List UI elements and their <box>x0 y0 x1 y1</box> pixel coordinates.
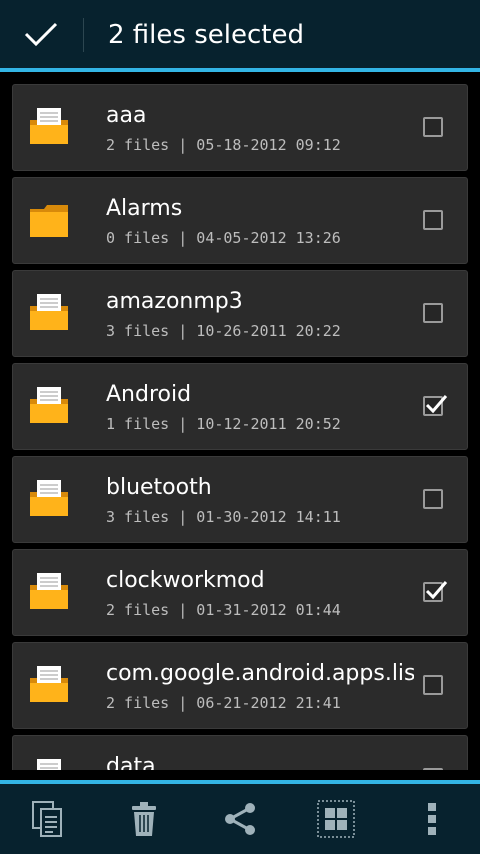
overflow-menu-button[interactable] <box>384 784 480 854</box>
trash-icon <box>132 802 156 836</box>
file-details: 2 files | 01-31-2012 01:44 <box>106 601 341 619</box>
action-bar-divider <box>83 18 84 52</box>
folder-with-files-icon <box>37 759 61 770</box>
share-icon <box>225 803 255 835</box>
select-all-button[interactable] <box>288 784 384 854</box>
selection-count-title: 2 files selected <box>108 20 304 50</box>
file-details: 0 files | 04-05-2012 13:26 <box>106 229 341 247</box>
file-list-item[interactable]: clockworkmod 2 files | 01-31-2012 01:44 <box>12 549 468 636</box>
bottom-action-bar <box>0 784 480 854</box>
select-checkbox[interactable] <box>423 675 443 695</box>
file-list-item[interactable]: Alarms 0 files | 04-05-2012 13:26 <box>12 177 468 264</box>
file-list[interactable]: aaa 2 files | 05-18-2012 09:12 Alarms 0 fil… <box>0 72 480 770</box>
file-list-item[interactable]: data <box>12 735 468 770</box>
file-name: Alarms <box>106 196 183 221</box>
folder-with-files-icon <box>30 666 68 702</box>
file-details: 3 files | 01-30-2012 14:11 <box>106 508 341 526</box>
copy-button[interactable] <box>0 784 96 854</box>
overflow-menu-icon <box>428 803 436 835</box>
folder-with-files-icon <box>30 294 68 330</box>
file-name: bluetooth <box>106 475 212 500</box>
empty-folder-icon <box>30 205 68 237</box>
file-list-item[interactable]: com.google.android.apps.listen 2 files | … <box>12 642 468 729</box>
file-name: aaa <box>106 103 147 128</box>
file-name: Android <box>106 382 192 407</box>
select-checkbox[interactable] <box>423 303 443 323</box>
file-details: 2 files | 05-18-2012 09:12 <box>106 136 341 154</box>
share-button[interactable] <box>192 784 288 854</box>
select-checkbox[interactable] <box>423 117 443 137</box>
select-checkbox[interactable] <box>423 395 448 416</box>
file-name: com.google.android.apps.listen <box>106 661 414 686</box>
delete-button[interactable] <box>96 784 192 854</box>
folder-with-files-icon <box>30 108 68 144</box>
select-checkbox[interactable] <box>423 581 448 602</box>
file-details: 2 files | 06-21-2012 21:41 <box>106 694 341 712</box>
file-details: 3 files | 10-26-2011 20:22 <box>106 322 341 340</box>
folder-with-files-icon <box>30 387 68 423</box>
folder-with-files-icon <box>30 480 68 516</box>
file-list-item[interactable]: aaa 2 files | 05-18-2012 09:12 <box>12 84 468 171</box>
file-list-item[interactable]: amazonmp3 3 files | 10-26-2011 20:22 <box>12 270 468 357</box>
select-all-icon <box>317 800 355 838</box>
check-mark-icon <box>425 395 448 414</box>
file-name: data <box>106 754 156 770</box>
file-name: clockworkmod <box>106 568 265 593</box>
select-checkbox[interactable] <box>423 210 443 230</box>
select-checkbox[interactable] <box>423 768 443 770</box>
copy-icon <box>32 801 62 837</box>
file-list-item[interactable]: Android 1 files | 10-12-2011 20:52 <box>12 363 468 450</box>
contextual-action-bar: 2 files selected <box>0 0 480 68</box>
check-mark-icon <box>425 581 448 600</box>
file-list-item[interactable]: bluetooth 3 files | 01-30-2012 14:11 <box>12 456 468 543</box>
done-button[interactable] <box>0 0 82 68</box>
checkmark-icon <box>24 22 58 47</box>
select-checkbox[interactable] <box>423 489 443 509</box>
file-name: amazonmp3 <box>106 289 243 314</box>
file-details: 1 files | 10-12-2011 20:52 <box>106 415 341 433</box>
folder-with-files-icon <box>30 573 68 609</box>
